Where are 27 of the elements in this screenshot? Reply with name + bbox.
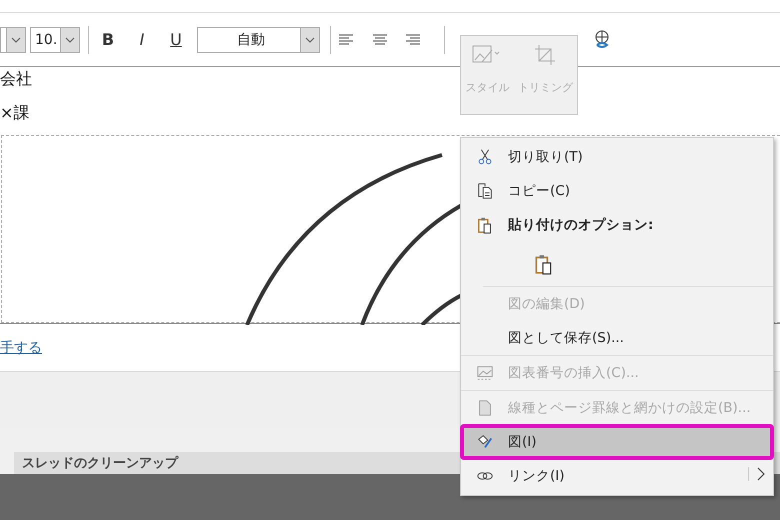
menu-item[interactable]: コピー(C) xyxy=(461,174,773,208)
copy-icon xyxy=(476,182,494,200)
align-icon xyxy=(338,34,354,46)
chevron-down-icon xyxy=(305,36,315,42)
scissors-icon xyxy=(476,148,494,166)
menu-item[interactable]: 図として保存(S)... xyxy=(461,321,773,356)
chevron-down-icon xyxy=(65,36,75,42)
bold-button[interactable]: B xyxy=(92,26,124,54)
chevron-down-icon xyxy=(11,36,21,42)
align-icon xyxy=(372,34,388,46)
crop-icon xyxy=(534,44,556,66)
underline-button[interactable]: U xyxy=(160,26,192,54)
picture-icon xyxy=(476,364,494,382)
clipboard-icon xyxy=(476,216,494,234)
document-text: 会社 xyxy=(0,68,32,90)
document-text: ×課 xyxy=(0,102,30,124)
link[interactable]: 手する xyxy=(0,338,42,356)
chevron-right-icon xyxy=(757,467,765,481)
globe-icon xyxy=(593,30,611,50)
menu-header: 貼り付けのオプション: xyxy=(508,216,654,234)
menu-item[interactable]: 図(I) xyxy=(461,425,773,459)
paint-bucket-icon xyxy=(476,433,494,451)
menu-item[interactable]: 切り取り(T) xyxy=(461,140,773,174)
italic-button[interactable]: I xyxy=(126,26,158,54)
font-size-dropdown[interactable]: 10. xyxy=(30,26,80,52)
align-icon xyxy=(405,34,421,46)
font-color-dropdown[interactable]: 自動 xyxy=(197,26,320,52)
